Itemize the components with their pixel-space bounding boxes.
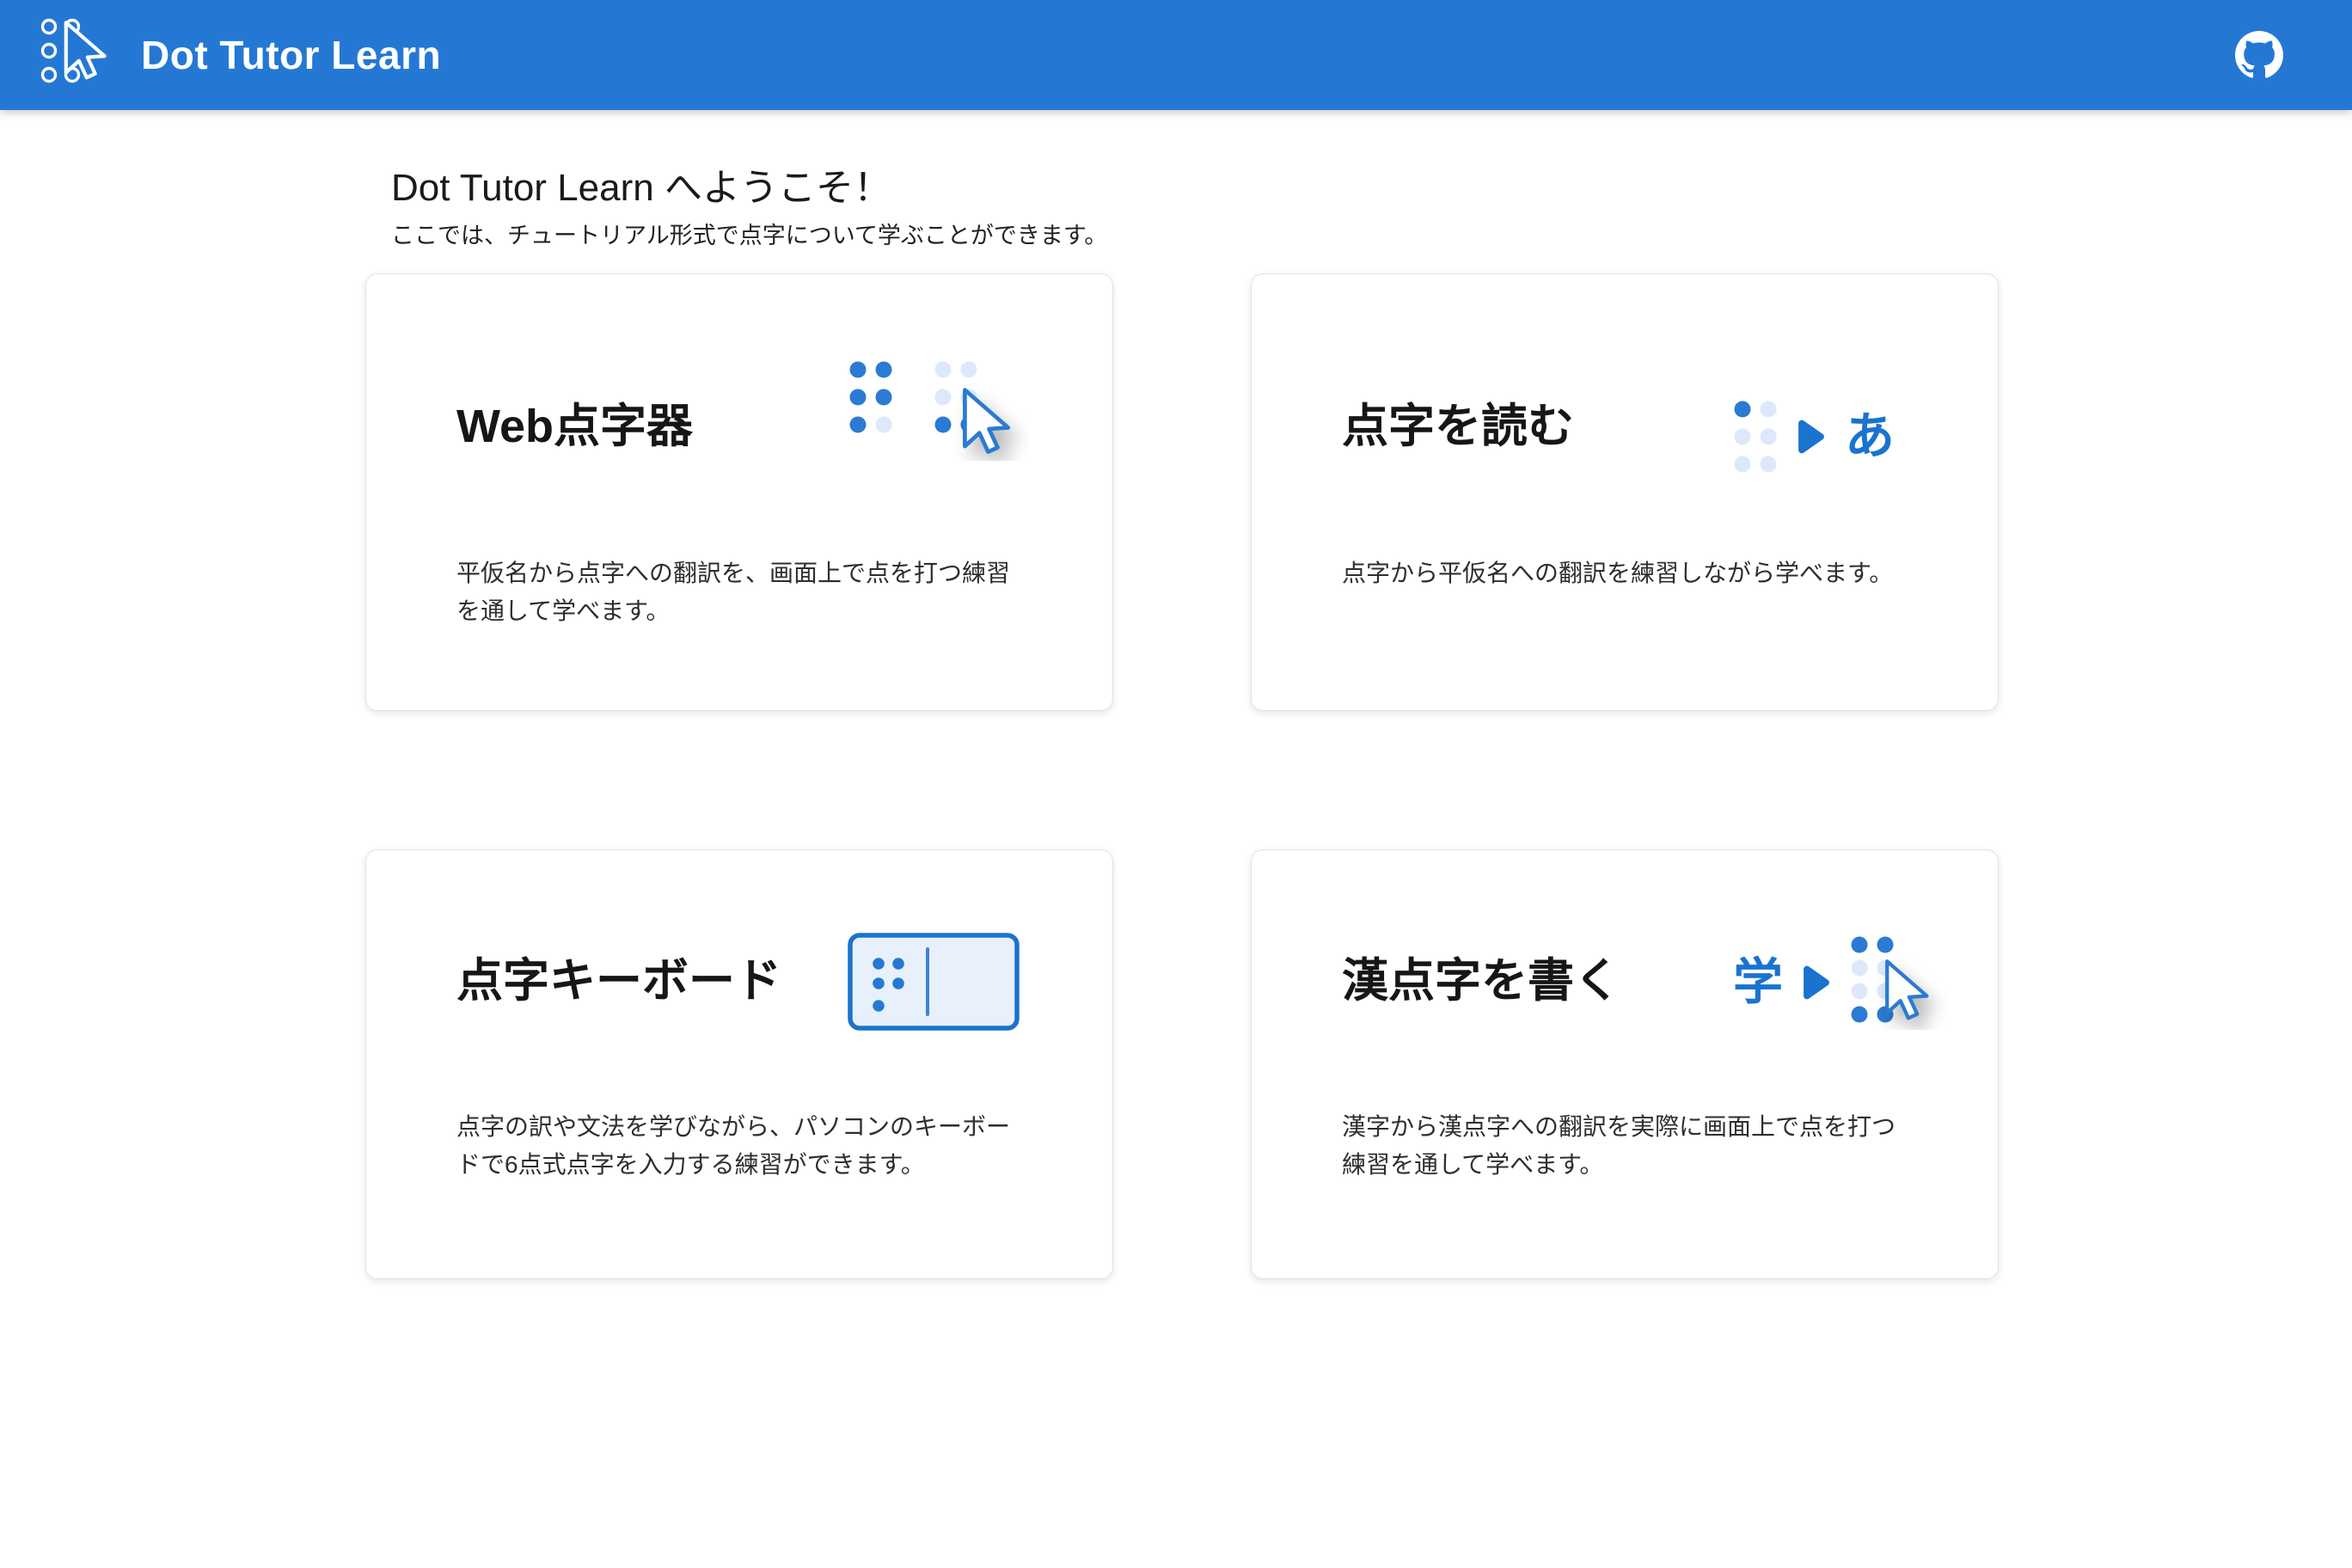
hiragana-char: あ	[1845, 412, 1895, 462]
app-header: Dot Tutor Learn	[0, 0, 2352, 110]
card-description: 漢字から漢点字への翻訳を実際に画面上で点を打つ練習を通して学べます。	[1342, 1108, 1916, 1184]
github-link[interactable]	[2235, 31, 2283, 79]
page-subtitle: ここでは、チュートリアル形式で点字について学ぶことができます。	[391, 217, 1107, 250]
kanji-char: 学	[1733, 958, 1783, 1008]
card-title: 点字キーボード	[456, 958, 781, 1004]
app-title: Dot Tutor Learn	[141, 32, 441, 78]
home-brand-link[interactable]: Dot Tutor Learn	[40, 10, 441, 100]
card-title: 点字を読む	[1342, 403, 1574, 450]
braille-cell	[850, 362, 892, 433]
card-title: 漢点字を書く	[1342, 958, 1620, 1004]
text-caret	[926, 947, 929, 1016]
braille-input-field-with-caret-icon	[848, 933, 1020, 1031]
card-tenji-wo-yomu[interactable]: 点字を読む あ 点字から平仮名への翻訳を練習しながら学べます。	[1251, 273, 1999, 711]
play-triangle-icon	[1802, 965, 1831, 1001]
braille-cell	[1733, 399, 1778, 475]
play-triangle-icon	[1797, 419, 1826, 455]
card-description: 平仮名から点字への翻訳を、画面上で点を打つ練習を通して学べます。	[456, 554, 1031, 630]
github-icon	[2235, 31, 2283, 79]
cursor-arrow-icon	[965, 390, 1008, 452]
two-braille-cells-with-cursor-icon	[848, 358, 1028, 461]
card-description: 点字から平仮名への翻訳を練習しながら学べます。	[1342, 554, 1916, 592]
cursor-arrow-icon	[1887, 961, 1926, 1018]
app-logo-braille-cursor-icon	[40, 10, 126, 100]
card-web-tenjiki[interactable]: Web点字器 平仮名から点字への翻訳を、画面上で点を打つ練習を通して学べます。	[365, 273, 1113, 711]
card-description: 点字の訳や文法を学びながら、パソコンのキーボードで6点式点字を入力する練習ができ…	[456, 1108, 1031, 1184]
card-title: Web点字器	[456, 403, 693, 450]
cursor-arrow-icon	[66, 22, 105, 77]
card-tenji-keyboard[interactable]: 点字キーボード 点字の訳や文法を学びながら、パソコンのキーボードで6点式点字を入…	[365, 849, 1113, 1279]
card-kantenji-wo-kaku[interactable]: 漢点字を書く 学 漢字から漢点字への翻訳を実際に画面上で点を打つ練習を通して学べ…	[1251, 849, 1999, 1279]
page-title: Dot Tutor Learn へようこそ！	[391, 156, 891, 211]
kanji-arrow-kantenji-cell-with-cursor-icon: 学	[1733, 935, 1949, 1030]
braille-cell-arrow-hiragana-icon: あ	[1733, 399, 1895, 475]
